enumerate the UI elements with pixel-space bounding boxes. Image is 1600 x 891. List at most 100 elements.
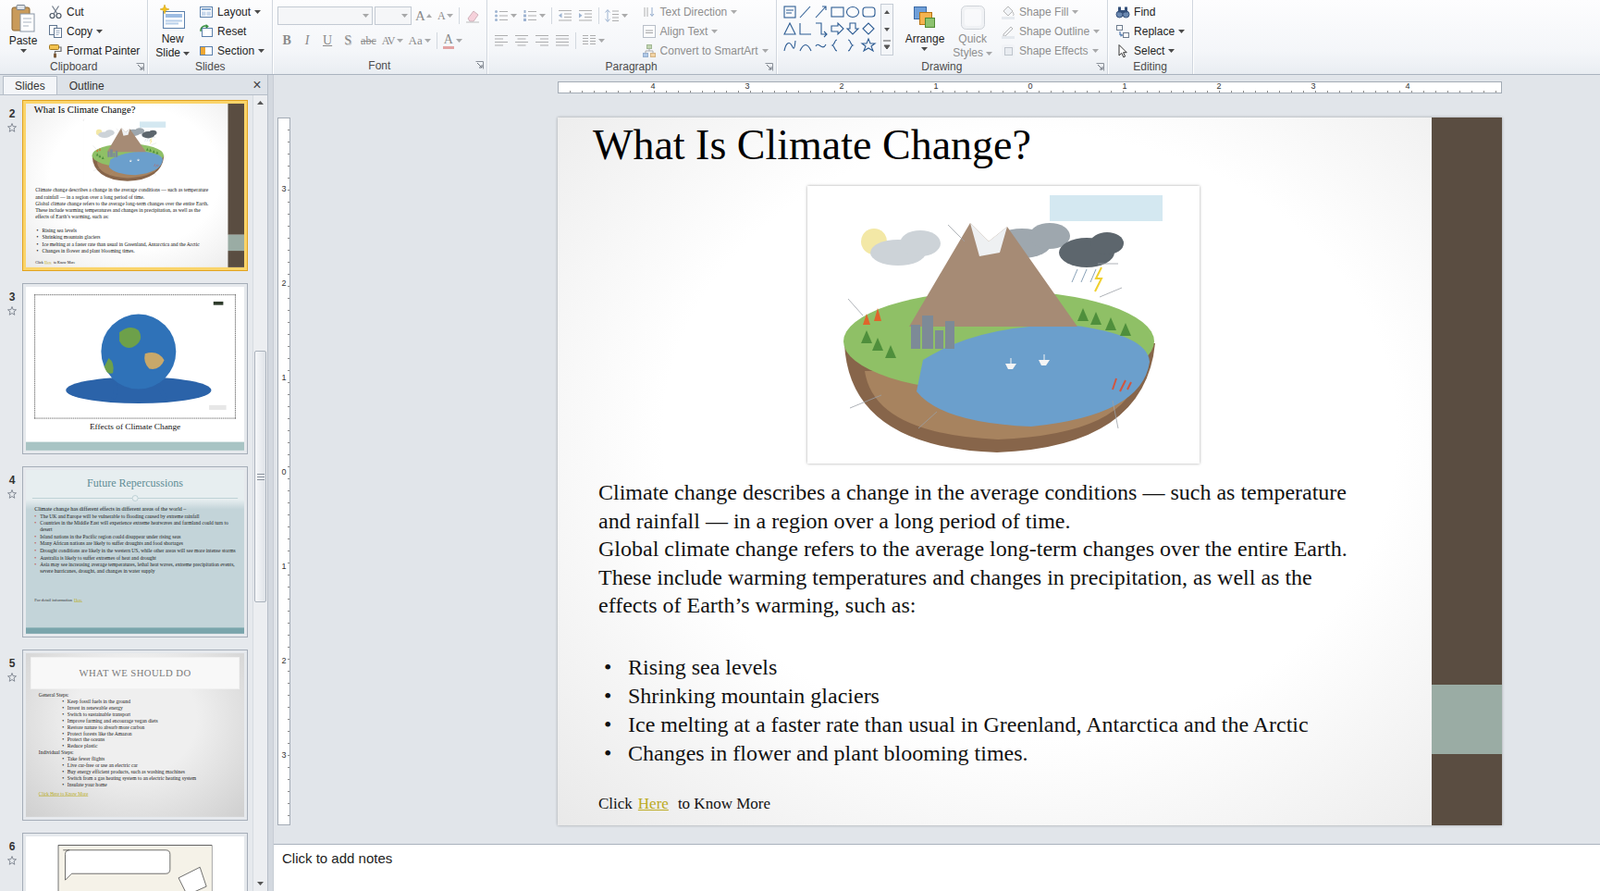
reset-button[interactable]: Reset bbox=[196, 22, 268, 41]
scroll-up-arrow-icon bbox=[257, 100, 264, 105]
grow-font-button[interactable]: A bbox=[413, 5, 434, 26]
slide-thumbnail[interactable]: WHAT WE SHOULD DOGeneral Steps:•Keep fos… bbox=[22, 649, 248, 821]
slide-title[interactable]: What Is Climate Change? bbox=[592, 119, 1414, 172]
slide-thumbnail[interactable]: What Is Climate Change? Climate change de… bbox=[22, 99, 248, 271]
slide-thumbnail-row[interactable]: 6 bbox=[1, 832, 253, 891]
align-button[interactable] bbox=[532, 30, 552, 51]
format-painter-button[interactable]: Format Painter bbox=[45, 41, 143, 61]
new-slide-button[interactable]: NewSlide bbox=[152, 1, 193, 60]
numbering-button[interactable] bbox=[520, 5, 548, 26]
bullet-item: •The UK and Europe will be vulnerable to… bbox=[34, 513, 236, 520]
ruler-number: 4 bbox=[605, 82, 701, 93]
slide-footer: For detail informationHere bbox=[25, 597, 245, 604]
character-spacing-button[interactable]: AV bbox=[380, 30, 406, 51]
align-button[interactable] bbox=[512, 30, 531, 51]
slide-thumbnail[interactable]: Future RepercussionsClimate change has d… bbox=[22, 466, 248, 638]
align-button[interactable] bbox=[553, 30, 572, 51]
bold-button[interactable]: B bbox=[277, 30, 296, 51]
align-left-icon bbox=[493, 33, 509, 49]
slide[interactable]: What Is Climate Change? Climate change de… bbox=[557, 117, 1502, 825]
slide-caption: Effects of Climate Change bbox=[25, 421, 245, 432]
shadow-button[interactable]: S bbox=[338, 30, 357, 51]
scroll-down-button[interactable] bbox=[253, 875, 268, 891]
layout-button[interactable]: Layout bbox=[196, 2, 268, 22]
convert-smartart-button[interactable]: Convert to SmartArt bbox=[639, 41, 772, 61]
find-button[interactable]: Find bbox=[1112, 2, 1188, 22]
climate-diagram-image[interactable] bbox=[807, 185, 1200, 464]
section-button[interactable]: Section bbox=[196, 41, 268, 61]
climate-diagram-image[interactable] bbox=[83, 119, 174, 184]
paragraph-group: Text DirectionAlign TextConvert to Smart… bbox=[487, 0, 777, 74]
dialog-launcher[interactable] bbox=[1095, 62, 1105, 72]
dialog-launcher[interactable] bbox=[135, 62, 145, 72]
bullet-list[interactable]: •Rising sea levels•Shrinking mountain gl… bbox=[603, 652, 1414, 768]
panel-tab[interactable]: Slides bbox=[2, 75, 58, 95]
shape-fill-button[interactable]: Shape Fill bbox=[997, 2, 1103, 22]
know-more-link[interactable]: Here bbox=[44, 259, 52, 265]
shrink-font-button[interactable]: A bbox=[435, 5, 456, 26]
font-color-button[interactable]: A bbox=[441, 33, 465, 50]
dropdown-arrow-icon bbox=[401, 13, 408, 18]
step-item: •Invest in renewable energy bbox=[38, 703, 245, 711]
bullet-list[interactable]: •Rising sea levels•Shrinking mountain gl… bbox=[36, 227, 224, 255]
slide-body-text[interactable]: Climate change describes a change in the… bbox=[35, 186, 224, 220]
vertical-ruler[interactable]: 3210123 bbox=[277, 117, 291, 825]
shape-effects-button[interactable]: Shape Effects bbox=[997, 41, 1103, 61]
horizontal-ruler[interactable]: 432101234 bbox=[557, 81, 1502, 94]
slide-thumbnail[interactable] bbox=[22, 832, 248, 891]
dropdown-arrow-icon bbox=[455, 38, 463, 43]
arrange-button[interactable]: Arrange bbox=[902, 1, 948, 51]
shapes-gallery[interactable] bbox=[781, 1, 897, 56]
strikethrough-button[interactable]: abc bbox=[358, 30, 379, 51]
text-direction-button[interactable]: Text Direction bbox=[639, 2, 772, 22]
decrease-indent-button[interactable] bbox=[555, 5, 575, 26]
scroll-thumb[interactable] bbox=[254, 350, 267, 603]
underline-button[interactable]: U bbox=[318, 30, 337, 51]
slide-thumbnail-row[interactable]: 5WHAT WE SHOULD DOGeneral Steps:•Keep fo… bbox=[1, 649, 253, 821]
know-more-link[interactable]: Here bbox=[638, 794, 669, 813]
slide-thumbnail-row[interactable]: 2What Is Climate Change?Climate change d… bbox=[1, 99, 253, 271]
increase-indent-button[interactable] bbox=[576, 5, 595, 26]
bullets-button[interactable] bbox=[492, 5, 519, 26]
panel-tab[interactable]: Outline bbox=[57, 75, 117, 95]
quick-styles-button[interactable]: QuickStyles bbox=[949, 1, 996, 60]
body-line: Climate change describes a change in the… bbox=[598, 478, 1414, 507]
dropdown-arrow-icon bbox=[254, 10, 261, 14]
slide-title: WHAT WE SHOULD DO bbox=[30, 656, 240, 690]
italic-button[interactable]: I bbox=[297, 30, 317, 51]
ruler-number: 2 bbox=[794, 82, 889, 93]
select-button[interactable]: Select bbox=[1112, 41, 1188, 61]
copy-button[interactable]: Copy bbox=[45, 22, 143, 41]
clear-formatting-button[interactable] bbox=[463, 5, 482, 26]
columns-button[interactable] bbox=[579, 30, 607, 51]
change-case-button[interactable]: Aa bbox=[406, 30, 433, 51]
dropdown-arrow-icon bbox=[985, 51, 993, 56]
replace-button[interactable]: Replace bbox=[1112, 22, 1188, 41]
dropdown-arrow-icon bbox=[510, 13, 517, 18]
line-spacing-button[interactable] bbox=[603, 5, 630, 26]
body-line: effects of Earth’s warming, such as: bbox=[598, 590, 1414, 620]
paste-button[interactable]: Paste bbox=[4, 1, 42, 53]
align-text-button[interactable]: Align Text bbox=[639, 22, 772, 41]
notes-pane[interactable]: Click to add notes bbox=[273, 843, 1600, 891]
panel-splitter[interactable] bbox=[267, 74, 274, 891]
slide-body-text[interactable]: Climate change describes a change in the… bbox=[598, 478, 1414, 620]
select-cursor-icon bbox=[1115, 43, 1131, 59]
align-button[interactable] bbox=[492, 30, 511, 51]
panel-close-button[interactable]: × bbox=[246, 75, 268, 95]
cut-button[interactable]: Cut bbox=[45, 2, 143, 22]
dialog-launcher[interactable] bbox=[475, 61, 484, 70]
slide-title[interactable]: What Is Climate Change? bbox=[34, 103, 224, 116]
slide-thumbnail[interactable]: Effects of Climate Change bbox=[22, 283, 248, 455]
slide[interactable]: What Is Climate Change? Climate change de… bbox=[25, 103, 245, 268]
slide-thumbnail-row[interactable]: 4Future RepercussionsClimate change has … bbox=[1, 466, 253, 638]
font-name-field[interactable] bbox=[277, 6, 373, 25]
scroll-up-button[interactable] bbox=[253, 95, 268, 111]
slide-thumbnail-row[interactable]: 3Effects of Climate Change bbox=[1, 283, 253, 455]
panel-scrollbar[interactable] bbox=[252, 95, 268, 891]
dialog-launcher[interactable] bbox=[764, 62, 774, 72]
cartoon-frame bbox=[58, 844, 213, 891]
slides-group: NewSlideLayoutResetSectionSlides bbox=[147, 0, 273, 74]
shape-outline-button[interactable]: Shape Outline bbox=[997, 22, 1103, 41]
font-size-field[interactable] bbox=[374, 6, 412, 25]
